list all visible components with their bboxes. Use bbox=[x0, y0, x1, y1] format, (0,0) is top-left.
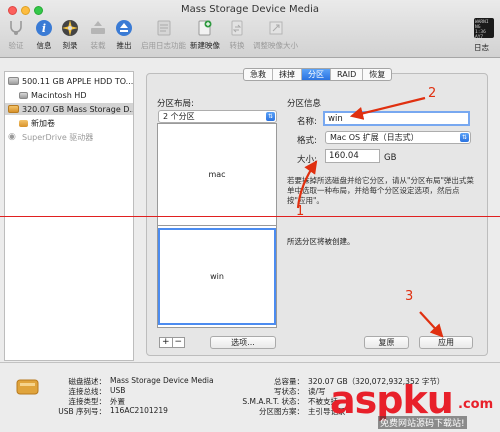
watermark: aspku .com 免费网站源码下载站! bbox=[330, 378, 500, 432]
arrow-to-size-field bbox=[296, 160, 318, 209]
watermark-caption: 免费网站源码下载站! bbox=[378, 416, 467, 429]
annotation-number-2: 2 bbox=[428, 86, 437, 101]
annotation-number-1: 1 bbox=[296, 204, 305, 219]
annotation-number-3: 3 bbox=[405, 289, 414, 304]
watermark-tld: .com bbox=[458, 397, 494, 412]
arrow-to-name-field bbox=[349, 96, 426, 120]
annotation-arrows bbox=[296, 96, 444, 338]
arrow-to-apply-button bbox=[419, 311, 444, 338]
